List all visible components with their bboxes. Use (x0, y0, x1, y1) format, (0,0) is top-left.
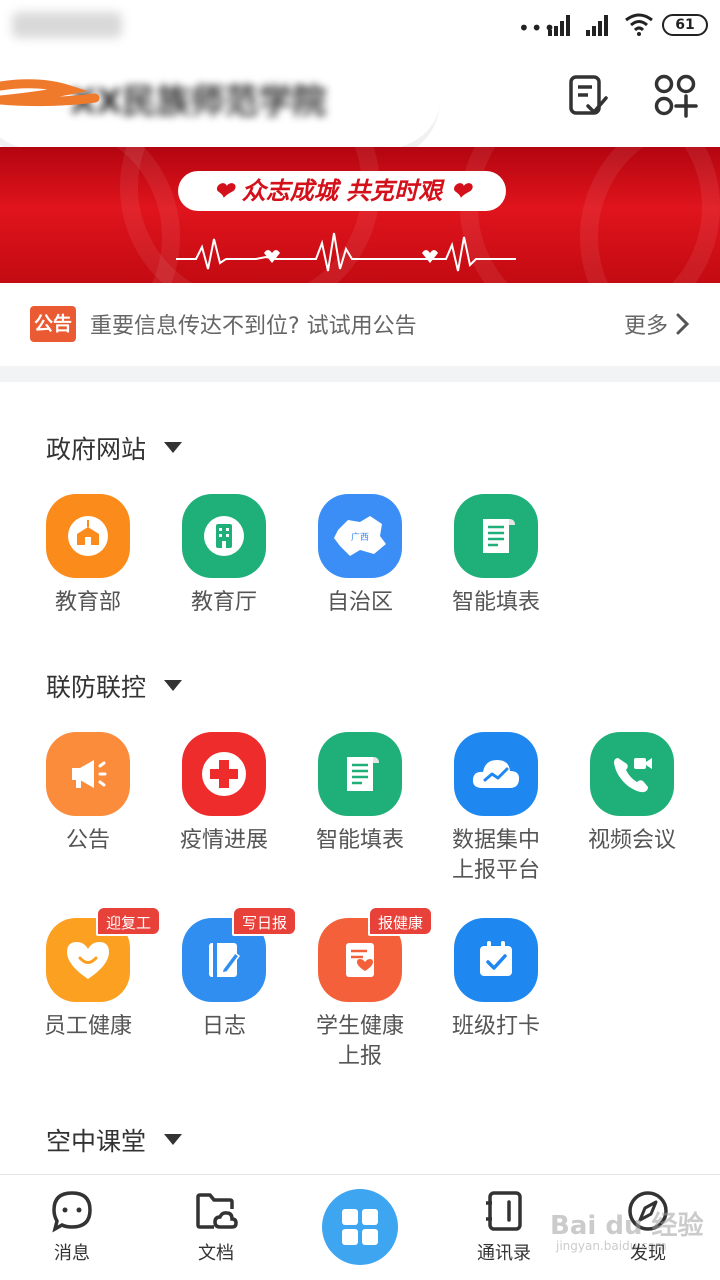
heart-smile-icon: 迎复工 (46, 906, 162, 1002)
section-title-joint-prevention[interactable]: 联防联控 (46, 668, 146, 704)
watermark-url: jingyan.baidu.com (556, 1239, 667, 1253)
megaphone-icon (46, 732, 130, 816)
caret-down-icon[interactable] (164, 442, 182, 454)
app-student-health-report[interactable]: 报健康 学生健康 上报 (295, 906, 434, 1072)
app-label: 视频会议 (587, 828, 676, 853)
watermark: Bai du 经验 (550, 1211, 704, 1241)
app-moe[interactable]: 教育部 (23, 494, 153, 618)
nav-label: 消息 (54, 1243, 90, 1264)
wifi-icon (625, 13, 653, 36)
app-label: 智能填表 (451, 590, 540, 615)
school-icon (46, 494, 130, 578)
status-bar: ••• 61 (0, 0, 720, 52)
add-app-icon[interactable] (652, 72, 700, 120)
caret-down-icon[interactable] (164, 680, 182, 692)
nav-documents[interactable]: 文档 (166, 1189, 266, 1265)
app-header: XX民族师范学院 (0, 52, 720, 160)
app-data-report-platform[interactable]: 数据集中 上报平台 (431, 732, 561, 886)
nav-label: 通讯录 (477, 1243, 531, 1264)
app-announcement[interactable]: 公告 (23, 732, 153, 856)
notice-bar[interactable]: 公告 重要信息传达不到位? 试试用公告 更多 (0, 284, 720, 366)
app-journal[interactable]: 写日报 日志 (159, 906, 298, 1042)
banner-slogan: ❤ 众志成城 共克时艰 ❤ (178, 171, 506, 211)
tasks-check-icon[interactable] (564, 72, 612, 120)
app-edu-dept[interactable]: 教育厅 (159, 494, 289, 618)
banner[interactable]: ❤ 众志成城 共克时艰 ❤ (0, 147, 720, 283)
contacts-book-icon (486, 1191, 522, 1231)
notice-tag: 公告 (30, 306, 76, 342)
app-class-checkin[interactable]: 班级打卡 (431, 918, 561, 1042)
app-autonomous-region[interactable]: 广西 自治区 (295, 494, 425, 618)
app-label: 疫情进展 (179, 828, 268, 853)
nav-label: 文档 (198, 1243, 234, 1264)
grid-apps-icon (342, 1209, 378, 1245)
status-time-blurred (12, 12, 122, 38)
badge-report-health: 报健康 (368, 906, 434, 936)
nav-messages[interactable]: 消息 (22, 1189, 122, 1265)
video-call-icon (590, 732, 674, 816)
app-label: 智能填表 (315, 828, 404, 853)
cloud-chart-icon (454, 732, 538, 816)
bottom-nav: 消息 文档 通讯录 发现 Bai du 经验 jingyan.baidu.com (0, 1174, 720, 1280)
app-label: 班级打卡 (451, 1014, 540, 1039)
nav-workbench-button[interactable] (322, 1189, 398, 1265)
map-guangxi-icon: 广西 (318, 494, 402, 578)
calendar-check-icon (454, 918, 538, 1002)
form-scroll-icon (454, 494, 538, 578)
signal-icon (586, 14, 612, 36)
divider (0, 366, 720, 382)
app-label: 数据集中 上报平台 (451, 828, 540, 883)
form-scroll-icon (318, 732, 402, 816)
app-label: 日志 (201, 1014, 246, 1039)
app-smart-form-2[interactable]: 智能填表 (295, 732, 425, 856)
notebook-pen-icon: 写日报 (182, 906, 298, 1002)
chat-bubble-icon (52, 1191, 92, 1233)
app-label: 学生健康 上报 (315, 1014, 404, 1069)
app-smart-form[interactable]: 智能填表 (431, 494, 561, 618)
badge-write-daily-report: 写日报 (232, 906, 298, 936)
notice-more-link[interactable]: 更多 (624, 308, 668, 340)
app-epidemic-progress[interactable]: 疫情进展 (159, 732, 289, 856)
building-icon (182, 494, 266, 578)
app-video-meeting[interactable]: 视频会议 (567, 732, 697, 856)
caret-down-icon[interactable] (164, 1134, 182, 1146)
section-title-online-classroom[interactable]: 空中课堂 (46, 1122, 146, 1158)
svg-text:广西: 广西 (351, 531, 369, 543)
heartbeat-line-icon (176, 232, 516, 272)
signal-icon (548, 14, 574, 36)
notice-text[interactable]: 重要信息传达不到位? 试试用公告 (90, 308, 417, 340)
app-staff-health[interactable]: 迎复工 员工健康 (23, 906, 162, 1042)
chevron-right-icon[interactable] (674, 312, 692, 336)
health-report-icon: 报健康 (318, 906, 434, 1002)
nav-contacts[interactable]: 通讯录 (454, 1189, 554, 1265)
app-label: 公告 (65, 828, 110, 853)
app-label: 教育部 (54, 590, 121, 615)
folder-cloud-icon (196, 1193, 238, 1229)
section-title-gov-sites[interactable]: 政府网站 (46, 430, 146, 466)
app-label: 自治区 (326, 590, 393, 615)
app-label: 教育厅 (190, 590, 257, 615)
battery-icon: 61 (662, 14, 708, 36)
badge-return-to-work: 迎复工 (96, 906, 162, 936)
app-label: 员工健康 (43, 1014, 132, 1039)
medical-cross-icon (182, 732, 266, 816)
